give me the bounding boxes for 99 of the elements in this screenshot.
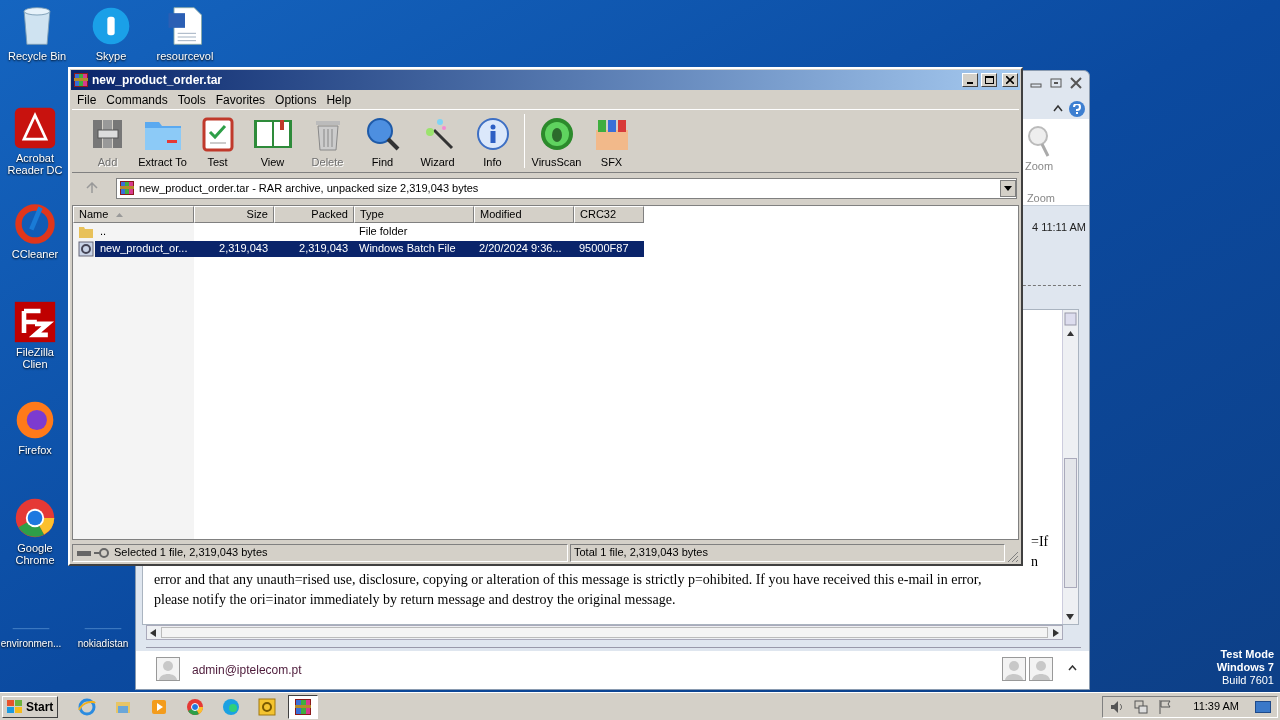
taskbar-app-button[interactable] xyxy=(288,694,319,719)
toolbar-button[interactable]: Wizard xyxy=(410,111,465,171)
zoom-button[interactable]: Zoom xyxy=(1019,125,1059,173)
icon-label: Recycle Bin xyxy=(7,50,67,62)
search-icon xyxy=(364,115,401,153)
file-row[interactable]: .. File folder xyxy=(95,223,644,240)
icon-label: Firefox xyxy=(18,444,52,456)
icon-label: resourcevol xyxy=(156,50,214,62)
toolbar-button[interactable]: Test xyxy=(190,111,245,171)
table-cell: 2/20/2024 9:36... xyxy=(479,242,562,255)
bug-icon xyxy=(538,115,575,153)
os-watermark-text: Build 7601 xyxy=(1222,674,1274,687)
magnifier-icon xyxy=(1026,125,1052,159)
help-icon[interactable] xyxy=(1069,101,1085,117)
maximize-icon[interactable] xyxy=(1049,77,1063,89)
toolbar-button[interactable]: Find xyxy=(355,111,410,171)
os-watermark-text: Windows 7 xyxy=(1216,661,1274,674)
gear-file-icon xyxy=(78,240,94,257)
archive-app-icon xyxy=(73,72,89,88)
checklist-icon xyxy=(200,115,235,153)
message-text-fragment: =If xyxy=(1031,533,1049,551)
icon-label: FileZilla Clien xyxy=(15,346,55,370)
status-text: Total 1 file, 2,319,043 bytes xyxy=(574,545,708,561)
start-button[interactable]: Start xyxy=(2,695,59,718)
column-header[interactable]: CRC32 xyxy=(574,206,644,223)
scroll-down-arrow-icon[interactable] xyxy=(1066,614,1074,620)
person-icon xyxy=(1029,657,1053,681)
column-header[interactable]: Modified xyxy=(474,206,574,223)
table-cell: Windows Batch File xyxy=(359,242,456,255)
app-icon xyxy=(78,697,97,716)
icon-label: Google Chrome xyxy=(14,542,56,566)
archive-icon xyxy=(119,180,135,196)
column-header[interactable]: Packed xyxy=(274,206,354,223)
message-text: please notify the ori=inator immediately by return message and destroy the original message. xyxy=(154,591,677,609)
scroll-left-arrow-icon[interactable] xyxy=(149,629,157,637)
table-cell: File folder xyxy=(359,225,408,238)
close-button[interactable] xyxy=(1002,73,1018,87)
os-watermark-text: Test Mode xyxy=(1220,648,1274,661)
vertical-scrollbar[interactable] xyxy=(1062,310,1078,624)
message-text-fragment: n xyxy=(1031,553,1038,571)
column-header[interactable]: Name xyxy=(73,206,194,223)
ribbon-group-label: Zoom xyxy=(1026,191,1055,205)
sent-date: 4 11:11 AM xyxy=(1031,220,1086,235)
resize-grip-icon[interactable] xyxy=(1007,551,1019,563)
maximize-button[interactable] xyxy=(981,73,997,87)
person-icon xyxy=(1002,657,1026,681)
table-cell: 2,319,043 xyxy=(299,242,348,255)
toolbar-button[interactable]: Extract To xyxy=(135,111,190,171)
icon-label: environmen... xyxy=(0,638,62,650)
scroll-thumb[interactable] xyxy=(161,627,1048,638)
menu-item[interactable]: Help xyxy=(321,90,357,109)
menu-item[interactable]: Commands xyxy=(101,90,173,109)
drive-key-icon xyxy=(76,546,110,559)
app-icon xyxy=(294,697,313,716)
table-cell: new_product_or... xyxy=(100,242,188,255)
column-header[interactable]: Size xyxy=(194,206,274,223)
toolbar-button[interactable]: Info xyxy=(465,111,520,171)
flag-icon[interactable] xyxy=(1157,698,1174,715)
clock[interactable]: 11:39 AM xyxy=(1193,698,1239,715)
app-icon xyxy=(150,697,169,716)
icon-label: CCleaner xyxy=(11,248,59,260)
file-row[interactable]: new_product_or... 2,319,043 2,319,043 Windows Batch File 2/20/2024 9:36... 95000F87 xyxy=(95,240,644,257)
person-icon xyxy=(156,657,180,681)
menu-item[interactable]: Tools xyxy=(172,90,211,109)
icon-label: Acrobat Reader DC xyxy=(6,152,64,176)
message-text: error and that any unauth=rised use, disclosure, copying or alteration of this message is strictly p=ohibited. If you have received this e-mail in error, xyxy=(154,571,982,589)
icon-label: nokiadistan xyxy=(77,638,129,650)
maximize-icon xyxy=(984,76,994,84)
app-icon xyxy=(186,697,205,716)
table-cell: 95000F87 xyxy=(579,242,629,255)
show-desktop-button[interactable] xyxy=(1255,700,1271,713)
scroll-right-arrow-icon[interactable] xyxy=(1052,629,1060,637)
collapse-icon[interactable] xyxy=(1053,104,1063,112)
menu-item[interactable]: File xyxy=(72,90,102,109)
sender-email[interactable]: admin@iptelecom.pt xyxy=(192,661,302,679)
address-field[interactable]: new_product_order.tar - RAR archive, unpacked size 2,319,043 bytes xyxy=(116,177,1017,199)
horizontal-scrollbar[interactable] xyxy=(146,625,1063,640)
minimize-button[interactable] xyxy=(962,73,978,87)
expand-caret-icon[interactable] xyxy=(1068,665,1077,671)
window-title: new_product_order.tar xyxy=(92,72,224,89)
close-icon[interactable] xyxy=(1069,77,1083,89)
toolbar-button[interactable]: SFX xyxy=(584,111,639,171)
table-cell: 2,319,043 xyxy=(219,242,268,255)
scroll-thumb[interactable] xyxy=(1064,458,1077,588)
icon-label: Skype xyxy=(95,50,127,62)
menu-item[interactable]: Options xyxy=(270,90,322,109)
network-icon[interactable] xyxy=(1133,698,1150,715)
close-icon xyxy=(1006,76,1014,84)
menu-item[interactable]: Favorites xyxy=(210,90,271,109)
toolbar-button[interactable]: View xyxy=(245,111,300,171)
column-header[interactable]: Type xyxy=(354,206,474,223)
app-icon xyxy=(222,697,241,716)
sort-arrow-icon xyxy=(116,212,124,217)
info-icon xyxy=(474,115,511,153)
app-icon xyxy=(258,697,277,716)
toolbar-button[interactable]: VirusScan xyxy=(529,111,584,171)
windows-logo-icon xyxy=(7,699,23,714)
table-cell: .. xyxy=(100,225,107,238)
status-text: Selected 1 file, 2,319,043 bytes xyxy=(114,545,268,561)
